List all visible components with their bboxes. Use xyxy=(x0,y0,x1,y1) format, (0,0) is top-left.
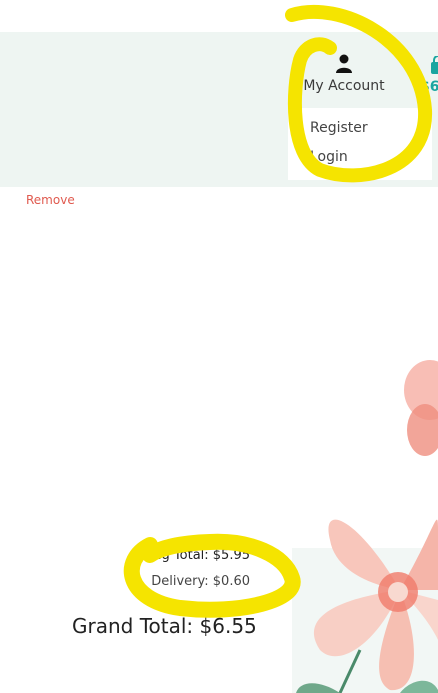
account-dropdown: Register Login xyxy=(288,108,432,180)
delivery-cost: Delivery: $0.60 xyxy=(151,574,250,589)
my-account-button[interactable]: My Account xyxy=(296,50,392,102)
grand-total: Grand Total: $6.55 xyxy=(72,614,257,638)
user-icon xyxy=(336,54,352,73)
shopping-bag-icon xyxy=(431,56,438,74)
bag-total: Bag Total: $5.95 xyxy=(144,548,250,563)
shopping-bag-button[interactable]: $6. xyxy=(414,54,438,102)
bag-amount: $6. xyxy=(420,79,438,95)
remove-link[interactable]: Remove xyxy=(26,193,75,207)
register-link[interactable]: Register xyxy=(310,120,368,136)
login-link[interactable]: Login xyxy=(310,149,348,165)
my-account-label: My Account xyxy=(303,78,385,94)
